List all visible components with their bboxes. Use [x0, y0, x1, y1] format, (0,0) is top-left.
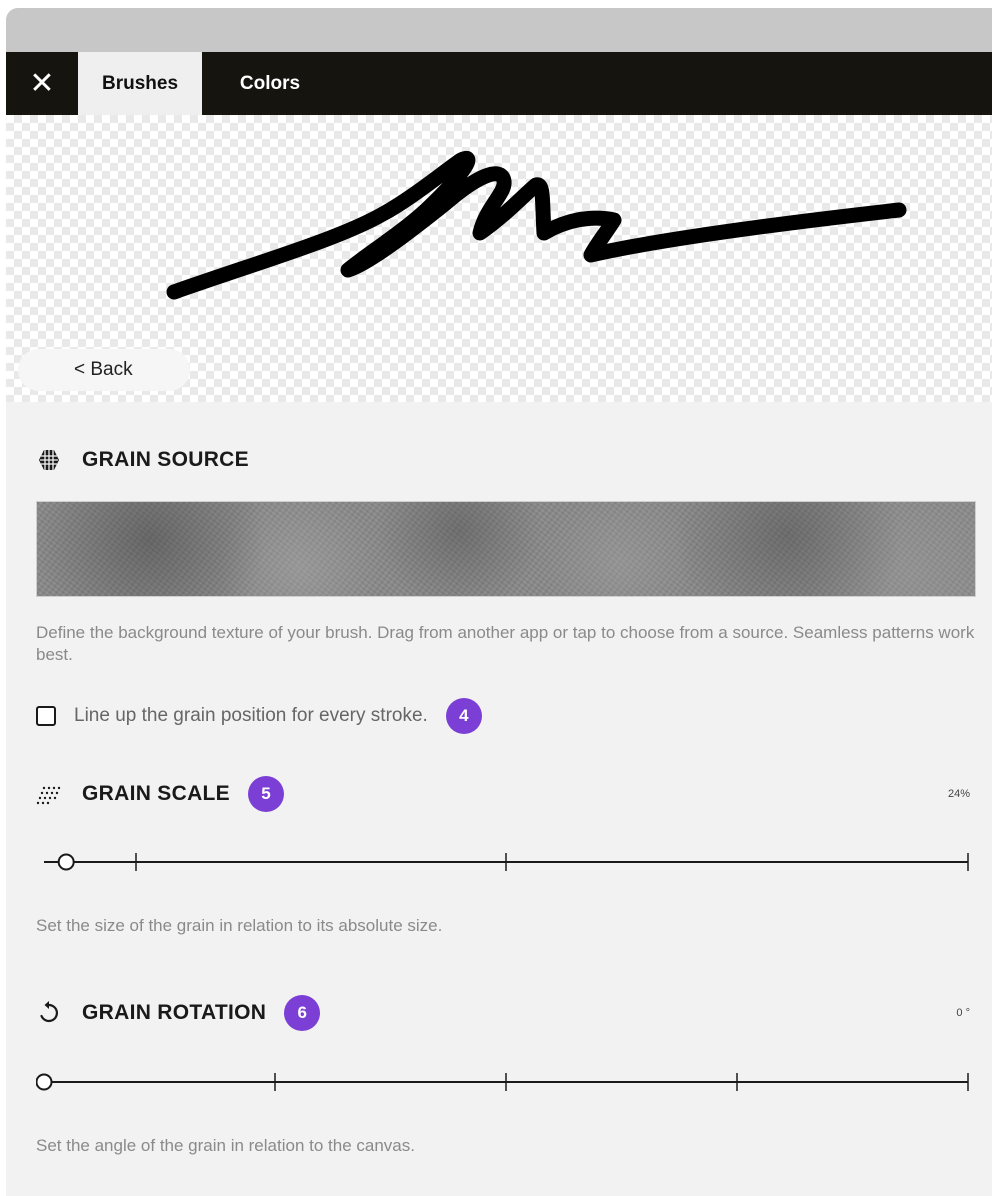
close-icon: ✕ [29, 67, 55, 100]
grain-source-header: GRAIN SOURCE [36, 440, 249, 480]
grain-scale-slider[interactable] [36, 847, 972, 877]
grain-position-option: Line up the grain position for every str… [36, 696, 482, 736]
section-title: GRAIN SOURCE [82, 448, 249, 471]
step-badge: 4 [445, 698, 482, 734]
slider-thumb[interactable] [57, 853, 75, 871]
section-title: GRAIN SCALE [82, 782, 230, 805]
section-title: GRAIN ROTATION [82, 1001, 267, 1024]
grain-rotation-slider[interactable] [35, 1067, 972, 1097]
grain-rotation-header: GRAIN ROTATION 6 [36, 993, 321, 1033]
grain-scale-header: GRAIN SCALE 5 [36, 774, 284, 814]
slider-thumb[interactable] [35, 1073, 53, 1091]
close-button[interactable]: ✕ [24, 66, 60, 102]
grain-texture-picker[interactable] [36, 501, 976, 597]
step-badge: 6 [284, 995, 321, 1031]
grain-scale-value: 24% [947, 788, 970, 800]
grain-scale-description: Set the size of the grain in relation to… [36, 916, 443, 935]
checkbox-label: Line up the grain position for every str… [74, 705, 428, 726]
grain-source-description: Define the background texture of your br… [36, 623, 975, 664]
step-badge: 5 [247, 776, 284, 812]
dotted-grain-icon [36, 781, 62, 807]
top-bar [6, 8, 992, 52]
stroke-preview: < Back [6, 115, 992, 402]
grain-rotation-value: 0 ° [956, 1007, 970, 1019]
line-up-grain-checkbox[interactable] [36, 706, 56, 726]
back-button[interactable]: < Back [18, 349, 190, 391]
tab-brushes[interactable]: Brushes [78, 52, 202, 115]
hexagon-grain-icon [36, 447, 62, 473]
brush-settings-panel: ✕ Brushes Colors < Back GRAIN SOURCE Def… [6, 8, 992, 1196]
grain-rotation-description: Set the angle of the grain in relation t… [36, 1136, 415, 1155]
rotate-icon [36, 1000, 62, 1026]
tab-colors[interactable]: Colors [212, 52, 328, 115]
tab-bar: ✕ Brushes Colors [6, 52, 992, 115]
